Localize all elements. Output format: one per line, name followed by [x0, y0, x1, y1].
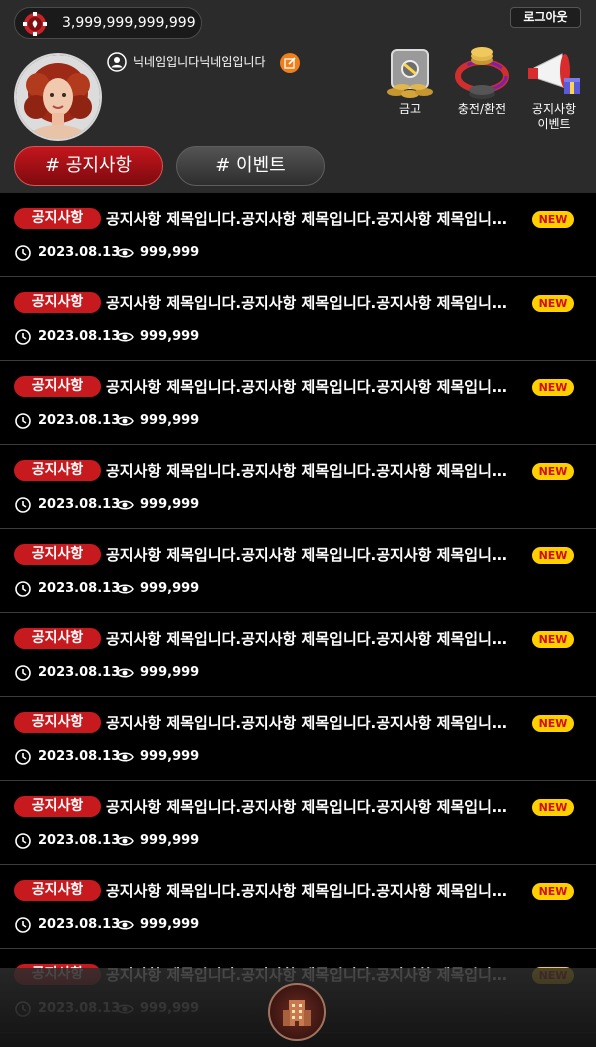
avatar [14, 53, 102, 141]
top-header: 3,999,999,999,999 로그아웃 닉네임입니다닉네임입니다 금고 충… [0, 0, 596, 193]
menu-notice-event[interactable]: 공지사항 이벤트 [522, 46, 586, 132]
notice-badge: 공지사항 [14, 292, 101, 313]
notice-badge: 공지사항 [14, 712, 101, 733]
balance-pill: 3,999,999,999,999 [14, 7, 202, 39]
eye-icon [116, 920, 134, 930]
eye-icon [116, 836, 134, 846]
notice-badge: 공지사항 [14, 796, 101, 817]
notice-title[interactable]: 공지사항 제목입니다.공지사항 제목입니다.공지사항 제목입니다.공지사항 제목… [106, 208, 516, 229]
notice-date: 2023.08.13 [38, 329, 121, 344]
safe-icon [387, 49, 433, 98]
notice-date: 2023.08.13 [38, 665, 121, 680]
avatar-image [16, 55, 100, 139]
clock-icon [15, 917, 31, 933]
tab-event[interactable]: # 이벤트 [176, 146, 325, 186]
notice-date: 2023.08.13 [38, 749, 121, 764]
eye-icon [116, 668, 134, 678]
logout-button[interactable]: 로그아웃 [510, 7, 581, 28]
edit-icon[interactable] [280, 53, 300, 73]
notice-date: 2023.08.13 [38, 833, 121, 848]
tab-notice[interactable]: # 공지사항 [14, 146, 163, 186]
menu-notice-event-label: 공지사항 이벤트 [531, 102, 577, 131]
notice-row[interactable]: 공지사항공지사항 제목입니다.공지사항 제목입니다.공지사항 제목입니다.공지사… [0, 613, 596, 697]
casino-chip-icon [23, 12, 47, 36]
exchange-icon [455, 47, 509, 99]
eye-icon [116, 416, 134, 426]
notice-views: 999,999 [140, 665, 200, 680]
notice-row[interactable]: 공지사항공지사항 제목입니다.공지사항 제목입니다.공지사항 제목입니다.공지사… [0, 361, 596, 445]
new-badge: NEW [532, 211, 574, 228]
new-badge: NEW [532, 463, 574, 480]
clock-icon [15, 497, 31, 513]
menu-exchange-label: 충전/환전 [457, 102, 507, 116]
menu-exchange[interactable]: 충전/환전 [450, 46, 514, 117]
notice-row[interactable]: 공지사항공지사항 제목입니다.공지사항 제목입니다.공지사항 제목입니다.공지사… [0, 865, 596, 949]
notice-date: 2023.08.13 [38, 917, 121, 932]
clock-icon [15, 329, 31, 345]
notice-views: 999,999 [140, 833, 200, 848]
notice-title[interactable]: 공지사항 제목입니다.공지사항 제목입니다.공지사항 제목입니다.공지사항 제목… [106, 628, 516, 649]
notice-views: 999,999 [140, 413, 200, 428]
eye-icon [116, 248, 134, 258]
eye-icon [116, 584, 134, 594]
new-badge: NEW [532, 547, 574, 564]
notice-list: 공지사항공지사항 제목입니다.공지사항 제목입니다.공지사항 제목입니다.공지사… [0, 193, 596, 1047]
user-icon [107, 52, 127, 72]
notice-badge: 공지사항 [14, 460, 101, 481]
notice-row[interactable]: 공지사항공지사항 제목입니다.공지사항 제목입니다.공지사항 제목입니다.공지사… [0, 277, 596, 361]
notice-row[interactable]: 공지사항공지사항 제목입니다.공지사항 제목입니다.공지사항 제목입니다.공지사… [0, 697, 596, 781]
notice-views: 999,999 [140, 917, 200, 932]
new-badge: NEW [532, 715, 574, 732]
notice-date: 2023.08.13 [38, 413, 121, 428]
megaphone-icon [528, 53, 580, 94]
clock-icon [15, 245, 31, 261]
notice-date: 2023.08.13 [38, 581, 121, 596]
notice-badge: 공지사항 [14, 544, 101, 565]
notice-title[interactable]: 공지사항 제목입니다.공지사항 제목입니다.공지사항 제목입니다.공지사항 제목… [106, 292, 516, 313]
notice-date: 2023.08.13 [38, 497, 121, 512]
clock-icon [15, 665, 31, 681]
notice-title[interactable]: 공지사항 제목입니다.공지사항 제목입니다.공지사항 제목입니다.공지사항 제목… [106, 376, 516, 397]
new-badge: NEW [532, 295, 574, 312]
notice-views: 999,999 [140, 749, 200, 764]
notice-row[interactable]: 공지사항공지사항 제목입니다.공지사항 제목입니다.공지사항 제목입니다.공지사… [0, 781, 596, 865]
menu-safe[interactable]: 금고 [378, 46, 442, 117]
clock-icon [15, 749, 31, 765]
notice-title[interactable]: 공지사항 제목입니다.공지사항 제목입니다.공지사항 제목입니다.공지사항 제목… [106, 796, 516, 817]
notice-views: 999,999 [140, 245, 200, 260]
notice-views: 999,999 [140, 581, 200, 596]
eye-icon [116, 500, 134, 510]
notice-row[interactable]: 공지사항공지사항 제목입니다.공지사항 제목입니다.공지사항 제목입니다.공지사… [0, 193, 596, 277]
eye-icon [116, 332, 134, 342]
new-badge: NEW [532, 379, 574, 396]
new-badge: NEW [532, 631, 574, 648]
notice-title[interactable]: 공지사항 제목입니다.공지사항 제목입니다.공지사항 제목입니다.공지사항 제목… [106, 880, 516, 901]
notice-row[interactable]: 공지사항공지사항 제목입니다.공지사항 제목입니다.공지사항 제목입니다.공지사… [0, 529, 596, 613]
balance-amount: 3,999,999,999,999 [62, 15, 196, 31]
menu-safe-label: 금고 [398, 102, 422, 116]
clock-icon [15, 833, 31, 849]
eye-icon [116, 752, 134, 762]
building-icon [283, 1000, 311, 1026]
home-button[interactable] [268, 983, 326, 1041]
notice-badge: 공지사항 [14, 376, 101, 397]
notice-badge: 공지사항 [14, 208, 101, 229]
nickname: 닉네임입니다닉네임입니다 [133, 55, 266, 69]
notice-title[interactable]: 공지사항 제목입니다.공지사항 제목입니다.공지사항 제목입니다.공지사항 제목… [106, 544, 516, 565]
notice-title[interactable]: 공지사항 제목입니다.공지사항 제목입니다.공지사항 제목입니다.공지사항 제목… [106, 460, 516, 481]
notice-badge: 공지사항 [14, 628, 101, 649]
notice-date: 2023.08.13 [38, 245, 121, 260]
clock-icon [15, 413, 31, 429]
notice-views: 999,999 [140, 497, 200, 512]
notice-badge: 공지사항 [14, 880, 101, 901]
notice-title[interactable]: 공지사항 제목입니다.공지사항 제목입니다.공지사항 제목입니다.공지사항 제목… [106, 712, 516, 733]
notice-row[interactable]: 공지사항공지사항 제목입니다.공지사항 제목입니다.공지사항 제목입니다.공지사… [0, 445, 596, 529]
new-badge: NEW [532, 799, 574, 816]
notice-views: 999,999 [140, 329, 200, 344]
new-badge: NEW [532, 883, 574, 900]
clock-icon [15, 581, 31, 597]
